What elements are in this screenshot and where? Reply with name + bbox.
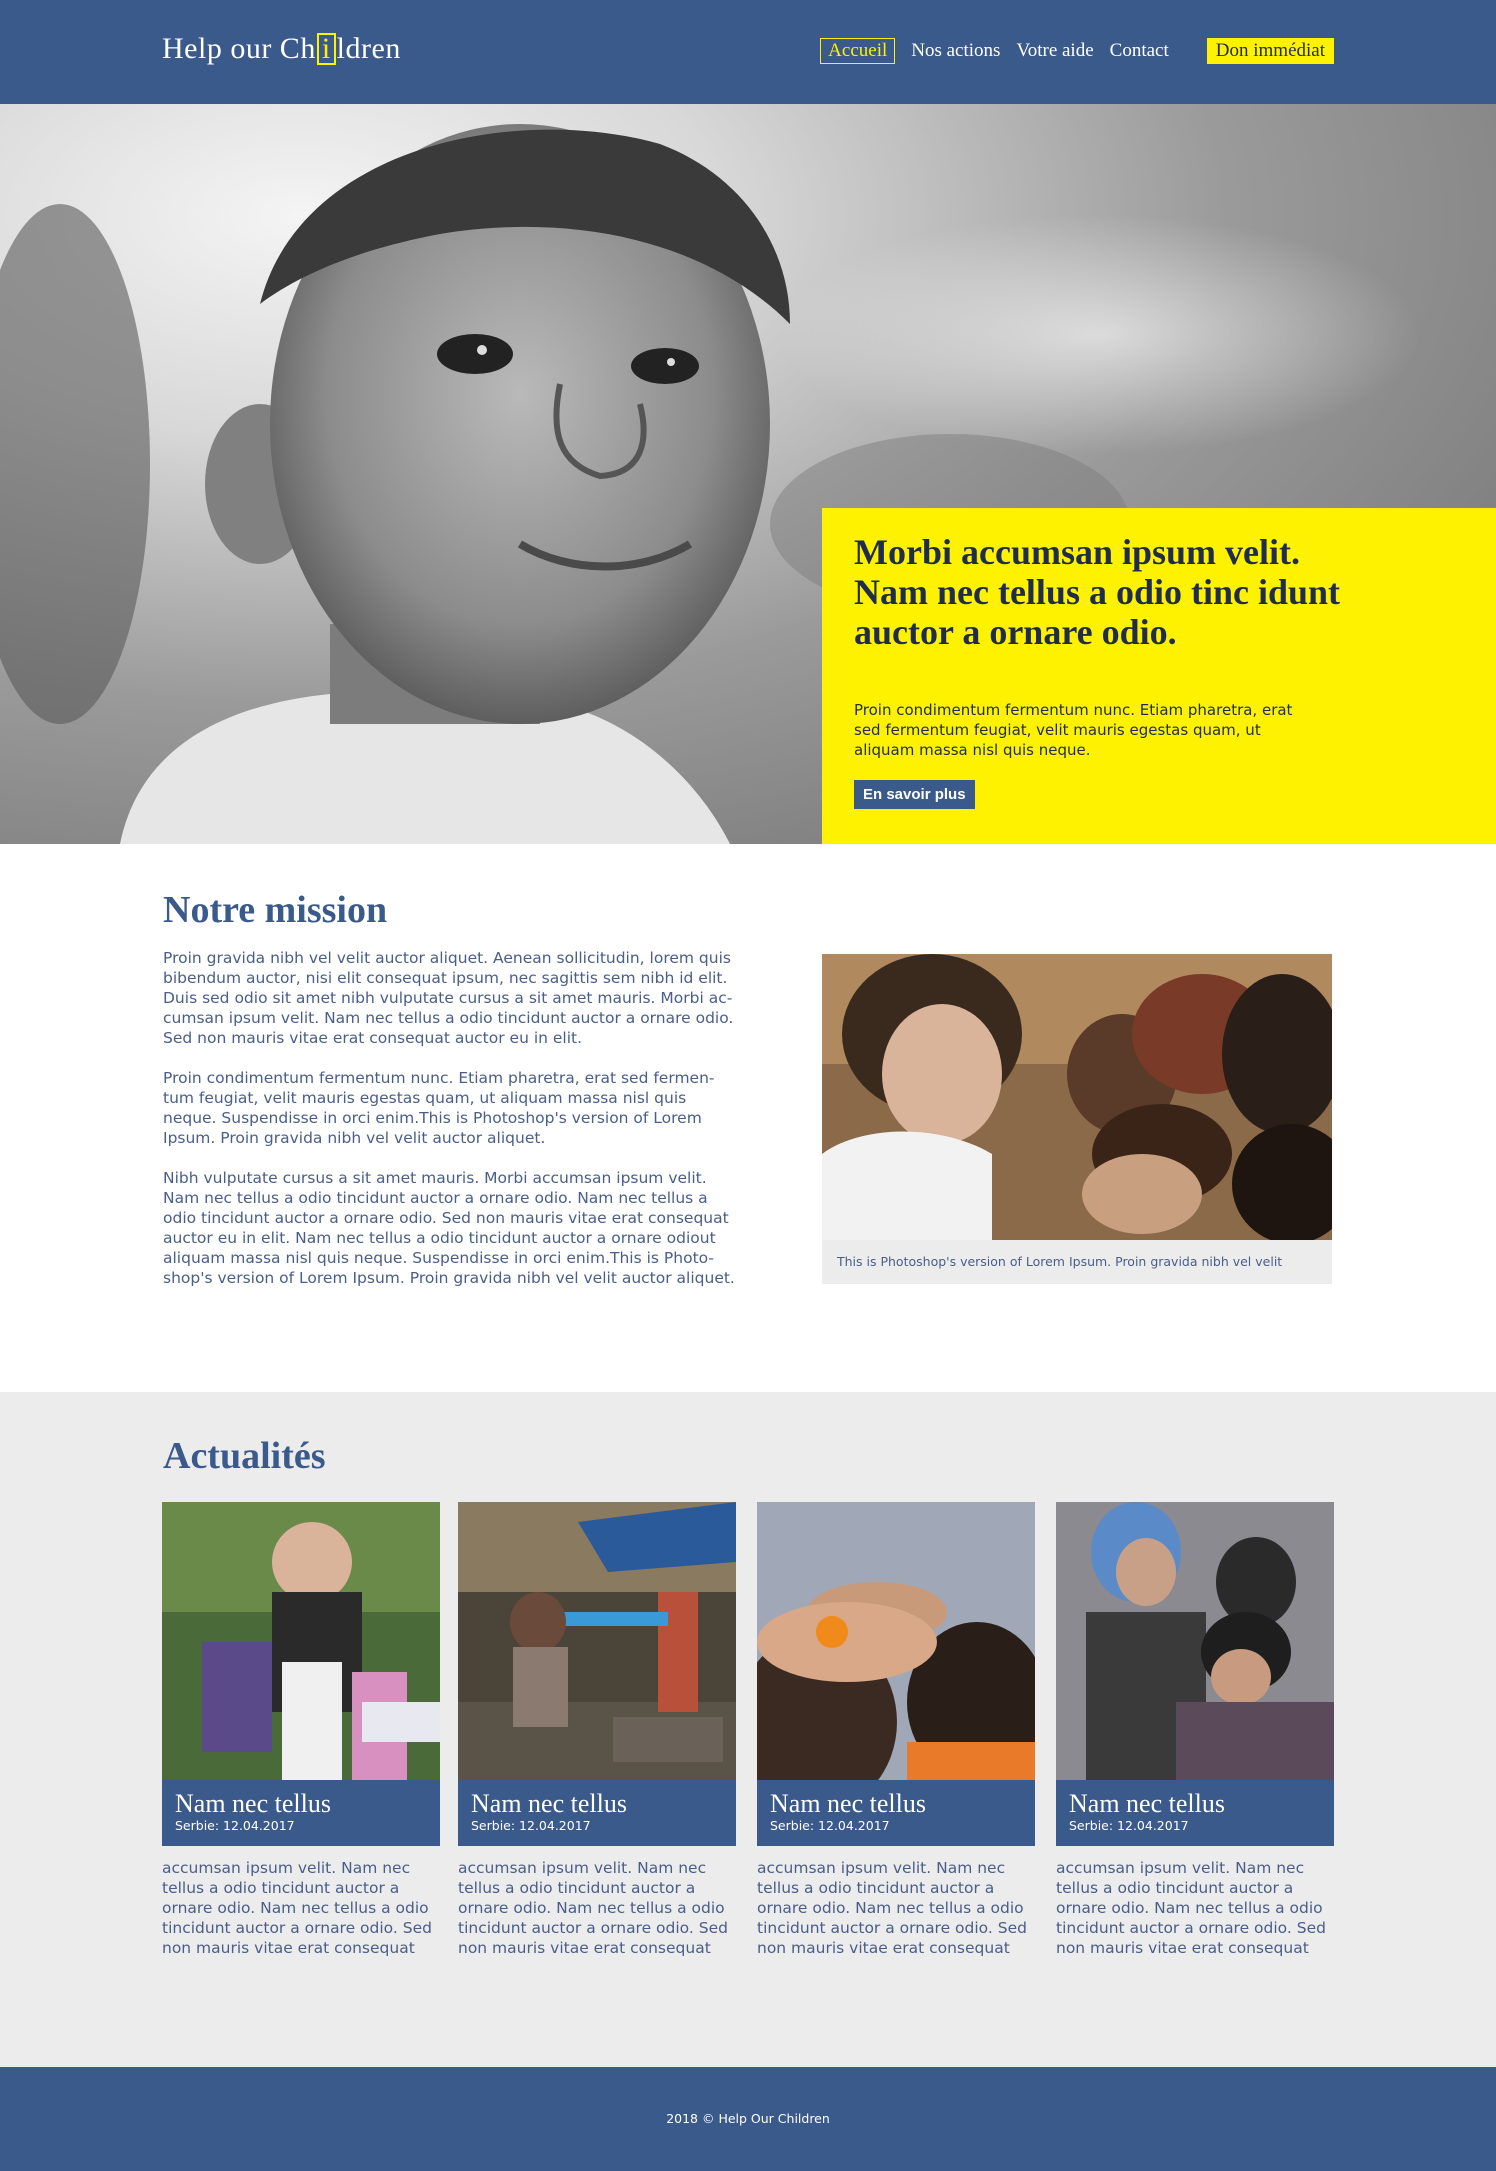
news-card-photo [162,1502,440,1780]
news-card[interactable]: Nam nec tellus Serbie: 12.04.2017 accums… [757,1502,1035,1958]
news-card-meta: Serbie: 12.04.2017 [1069,1818,1189,1833]
mission-paragraph-1: Proin gravida nibh vel velit auctor aliq… [163,949,734,1047]
mission-photo-caption: This is Photoshop's version of Lorem Ips… [822,1240,1332,1284]
hero-callout: Morbi accumsan ipsum velit. Nam nec tell… [822,508,1496,844]
news-card-photo [458,1502,736,1780]
hero-section: Morbi accumsan ipsum velit. Nam nec tell… [0,104,1496,844]
news-card-title: Nam nec tellus [175,1789,331,1818]
news-card-header: Nam nec tellus Serbie: 12.04.2017 [458,1780,736,1846]
nav-link-actions[interactable]: Nos actions [911,40,1000,62]
news-section: Actualités Nam nec tellus Serbie: 12.04.… [0,1392,1496,2067]
news-card-header: Nam nec tellus Serbie: 12.04.2017 [162,1780,440,1846]
news-card[interactable]: Nam nec tellus Serbie: 12.04.2017 accums… [162,1502,440,1958]
news-card-meta: Serbie: 12.04.2017 [471,1818,591,1833]
site-footer: 2018 © Help Our Children [0,2067,1496,2171]
nav-link-home[interactable]: Accueil [820,38,896,64]
mission-photo [822,954,1332,1240]
news-card-text: accumsan ipsum velit. Nam nec tellus a o… [162,1859,432,1957]
site-logo[interactable]: Help our Ch i ldren [162,32,401,66]
main-nav: Accueil Nos actions Votre aide Contact D… [804,38,1334,64]
news-title: Actualités [163,1435,326,1477]
mission-paragraph-2: Proin condimentum fermentum nunc. Etiam … [163,1069,715,1147]
news-card[interactable]: Nam nec tellus Serbie: 12.04.2017 accums… [1056,1502,1334,1958]
news-card-text: accumsan ipsum velit. Nam nec tellus a o… [1056,1859,1326,1957]
logo-text-start: Help our Ch [162,32,316,65]
news-card-title: Nam nec tellus [471,1789,627,1818]
learn-more-button[interactable]: En savoir plus [854,780,975,809]
site-header: Help our Ch i ldren Accueil Nos actions Vo… [0,0,1496,104]
mission-paragraph-3: Nibh vulputate cursus a sit amet mauris.… [163,1169,735,1287]
news-card[interactable]: Nam nec tellus Serbie: 12.04.2017 accums… [458,1502,736,1958]
mission-text: Proin gravida nibh vel velit auctor aliq… [163,948,743,1308]
news-card-meta: Serbie: 12.04.2017 [770,1818,890,1833]
nav-link-contact[interactable]: Contact [1110,40,1169,62]
news-card-header: Nam nec tellus Serbie: 12.04.2017 [757,1780,1035,1846]
news-card-text: accumsan ipsum velit. Nam nec tellus a o… [458,1859,728,1957]
news-card-photo [1056,1502,1334,1780]
hero-text: Proin condimentum fermentum nunc. Etiam … [854,701,1293,759]
news-card-title: Nam nec tellus [1069,1789,1225,1818]
footer-copyright: 2018 © Help Our Children [666,2111,830,2126]
news-card-title: Nam nec tellus [770,1789,926,1818]
logo-highlight-letter: i [316,33,336,65]
logo-text-end: ldren [336,32,401,65]
hero-title: Morbi accumsan ipsum velit. Nam nec tell… [854,532,1341,652]
news-card-text: accumsan ipsum velit. Nam nec tellus a o… [757,1859,1027,1957]
nav-link-help[interactable]: Votre aide [1016,40,1093,62]
news-card-meta: Serbie: 12.04.2017 [175,1818,295,1833]
donate-button[interactable]: Don immédiat [1206,38,1334,64]
mission-title: Notre mission [163,889,388,931]
news-card-photo [757,1502,1035,1780]
news-card-header: Nam nec tellus Serbie: 12.04.2017 [1056,1780,1334,1846]
